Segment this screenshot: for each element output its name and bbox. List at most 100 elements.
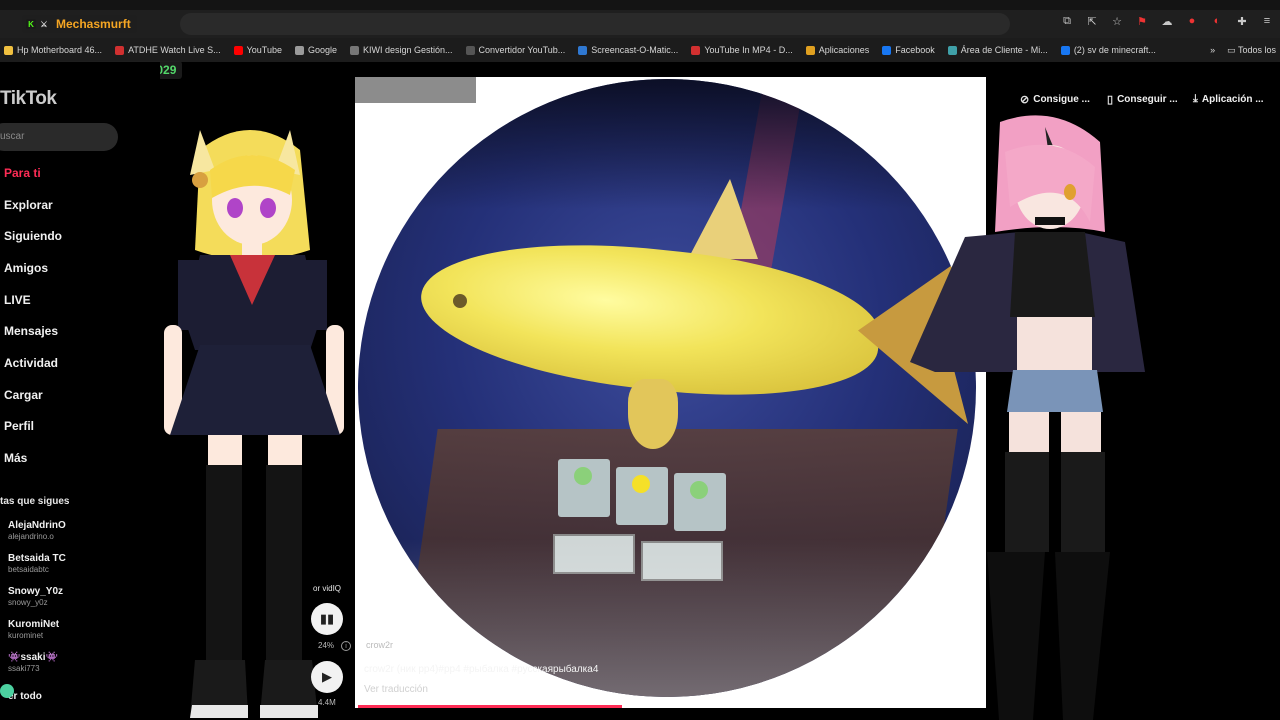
sidebar-item-mensajes[interactable]: Mensajes xyxy=(4,324,58,338)
video-player[interactable] xyxy=(355,77,986,708)
bookmark-favicon-icon xyxy=(465,45,475,55)
account-username: kurominet xyxy=(8,631,44,640)
bookmark-label: Aplicaciones xyxy=(818,45,870,55)
account-name: Snowy_Y0z xyxy=(8,586,64,597)
puzzle-icon[interactable]: ✚ xyxy=(1235,14,1249,28)
sidebar-item-live[interactable]: LIVE xyxy=(4,293,31,307)
kick-badge-icon: K xyxy=(26,19,36,29)
extension-icon[interactable]: ◐ xyxy=(1210,14,1224,28)
bookmark-favicon-icon xyxy=(691,45,701,55)
address-bar[interactable] xyxy=(180,13,1010,35)
bookmark-label: Área de Cliente - Mi... xyxy=(960,45,1048,55)
video-frame xyxy=(358,79,976,697)
get-coins-link[interactable]: ⊘ Consigue ... xyxy=(1020,93,1090,106)
star-icon[interactable]: ☆ xyxy=(1110,14,1124,28)
info-icon[interactable]: i xyxy=(341,641,351,651)
chat-overlay-1: K ⚔ Mechasmurft xyxy=(22,15,137,33)
share-icon[interactable]: ⇱ xyxy=(1085,14,1099,28)
account-username: ssaki773 xyxy=(8,664,40,673)
account-username: snowy_y0z xyxy=(8,598,48,607)
sidebar-item-explorar[interactable]: Explorar xyxy=(4,198,53,212)
play-icon: ▶ xyxy=(322,669,332,684)
play-button[interactable]: ▶ xyxy=(311,661,343,693)
sidebar-item-amigos[interactable]: Amigos xyxy=(4,261,48,275)
followed-account[interactable]: Betsaida TC betsaidabtc xyxy=(8,553,66,574)
bookmark-label: Facebook xyxy=(895,45,935,55)
tiktok-logo[interactable]: TikTok xyxy=(0,88,57,110)
browser-toolbar: ⧉ ⇱ ☆ ⚑ ☁ ● ◐ ✚ ≡ xyxy=(0,0,1280,38)
video-caption[interactable]: crow2r (ник pp4)#pp4 #рыбалка #русскаяры… xyxy=(364,664,598,675)
video-progress-bar[interactable] xyxy=(358,705,986,708)
bookmark-item[interactable]: Hp Motherboard 46... xyxy=(4,45,102,55)
followed-account[interactable]: KuromiNet kurominet xyxy=(8,619,59,640)
bookmark-favicon-icon xyxy=(882,45,892,55)
bookmark-item[interactable]: (2) sv de minecraft... xyxy=(1060,45,1156,55)
bookmark-label: YouTube In MP4 - D... xyxy=(704,45,793,55)
sidebar-item-para-ti[interactable]: Para ti xyxy=(4,166,41,180)
following-accounts-header: tas que sigues xyxy=(0,496,70,507)
bookmark-item[interactable]: YouTube xyxy=(233,45,282,55)
followed-account[interactable]: Snowy_Y0z snowy_y0z xyxy=(8,586,63,607)
chat-username: Mechasmurft xyxy=(56,17,131,31)
followed-account[interactable]: AlejaNdrinO alejandrino.o xyxy=(8,520,66,541)
get-app-link[interactable]: ▯ Conseguir ... xyxy=(1107,93,1178,106)
bookmarks-bar: Hp Motherboard 46... ATDHE Watch Live S..… xyxy=(0,38,1280,62)
sidebar-item-cargar[interactable]: Cargar xyxy=(4,388,43,402)
bookmark-favicon-icon xyxy=(350,45,359,55)
translate-link[interactable]: Ver traducción xyxy=(364,684,428,695)
bookmark-label: Convertidor YouTub... xyxy=(478,45,566,55)
record-icon[interactable]: ● xyxy=(1185,14,1199,28)
sidebar-item-actividad[interactable]: Actividad xyxy=(4,356,58,370)
sidebar-item-perfil[interactable]: Perfil xyxy=(4,419,34,433)
sidebar-item-mas[interactable]: Más xyxy=(4,451,27,465)
coin-icon: ⊘ xyxy=(1020,94,1030,106)
bookmark-favicon-icon xyxy=(1060,45,1070,55)
bookmark-label: Hp Motherboard 46... xyxy=(17,45,103,55)
bookmark-label: KIWI design Gestión... xyxy=(363,45,453,55)
download-app-label: Aplicación ... xyxy=(1201,94,1264,105)
bookmark-favicon-icon xyxy=(947,45,957,55)
account-name: Betsaida TC xyxy=(8,553,66,564)
search-input[interactable]: uscar xyxy=(0,123,118,151)
percent-label: 24% xyxy=(318,641,335,650)
bookmark-item[interactable]: KIWI design Gestión... xyxy=(350,45,453,55)
sidebar-item-siguiendo[interactable]: Siguiendo xyxy=(4,229,62,243)
get-coins-label: Consigue ... xyxy=(1033,94,1090,105)
tab-strip[interactable] xyxy=(0,0,1280,10)
download-app-link[interactable]: ⤓ Aplicación ... xyxy=(1193,93,1264,106)
bookmark-favicon-icon xyxy=(294,45,304,55)
bookmark-item[interactable]: Convertidor YouTub... xyxy=(465,45,566,55)
account-username: betsaidabtc xyxy=(8,565,49,574)
menu-icon[interactable]: ≡ xyxy=(1260,14,1274,28)
bar-chart-icon: ▮▮ xyxy=(319,611,335,626)
bookmark-item[interactable]: Aplicaciones xyxy=(805,45,870,55)
bookmark-item[interactable]: Screencast-O-Matic... xyxy=(578,45,678,55)
all-bookmarks-label: Todos los xyxy=(1237,44,1276,55)
extension-icon[interactable]: ☁ xyxy=(1160,14,1174,28)
bookmark-item[interactable]: YouTube In MP4 - D... xyxy=(691,45,793,55)
bookmarks-overflow: » ▭ Todos los xyxy=(1210,38,1280,62)
translate-icon[interactable]: ⧉ xyxy=(1060,14,1074,28)
stats-button[interactable]: ▮▮ xyxy=(311,603,343,635)
bookmarks-more-button[interactable]: » xyxy=(1210,45,1215,55)
account-name: AlejaNdrinO xyxy=(8,520,66,531)
bookmark-label: Screencast-O-Matic... xyxy=(591,45,679,55)
bookmark-favicon-icon xyxy=(233,45,243,55)
followed-account[interactable]: 👾ssaki👾 ssaki773 xyxy=(8,652,58,673)
bookmark-item[interactable]: Facebook xyxy=(882,45,935,55)
all-bookmarks-folder[interactable]: ▭ Todos los xyxy=(1227,45,1276,56)
bookmark-label: Google xyxy=(307,45,337,55)
bookmark-label: (2) sv de minecraft... xyxy=(1073,45,1156,55)
bookmark-label: ATDHE Watch Live S... xyxy=(128,45,221,55)
bookmark-item[interactable]: ATDHE Watch Live S... xyxy=(115,45,221,55)
bookmark-label: YouTube xyxy=(246,45,282,55)
get-app-label: Conseguir ... xyxy=(1117,94,1178,105)
bookmark-favicon-icon xyxy=(115,45,125,55)
bookmark-item[interactable]: Google xyxy=(294,45,337,55)
account-name: 👾ssaki👾 xyxy=(8,652,58,663)
tiktok-sidebar: TikTok uscar Para ti Explorar Siguiendo … xyxy=(0,62,160,720)
folder-icon: ▭ xyxy=(1227,44,1236,55)
bookmark-item[interactable]: Área de Cliente - Mi... xyxy=(947,45,1048,55)
extension-icon[interactable]: ⚑ xyxy=(1135,14,1149,28)
account-name: KuromiNet xyxy=(8,619,60,630)
